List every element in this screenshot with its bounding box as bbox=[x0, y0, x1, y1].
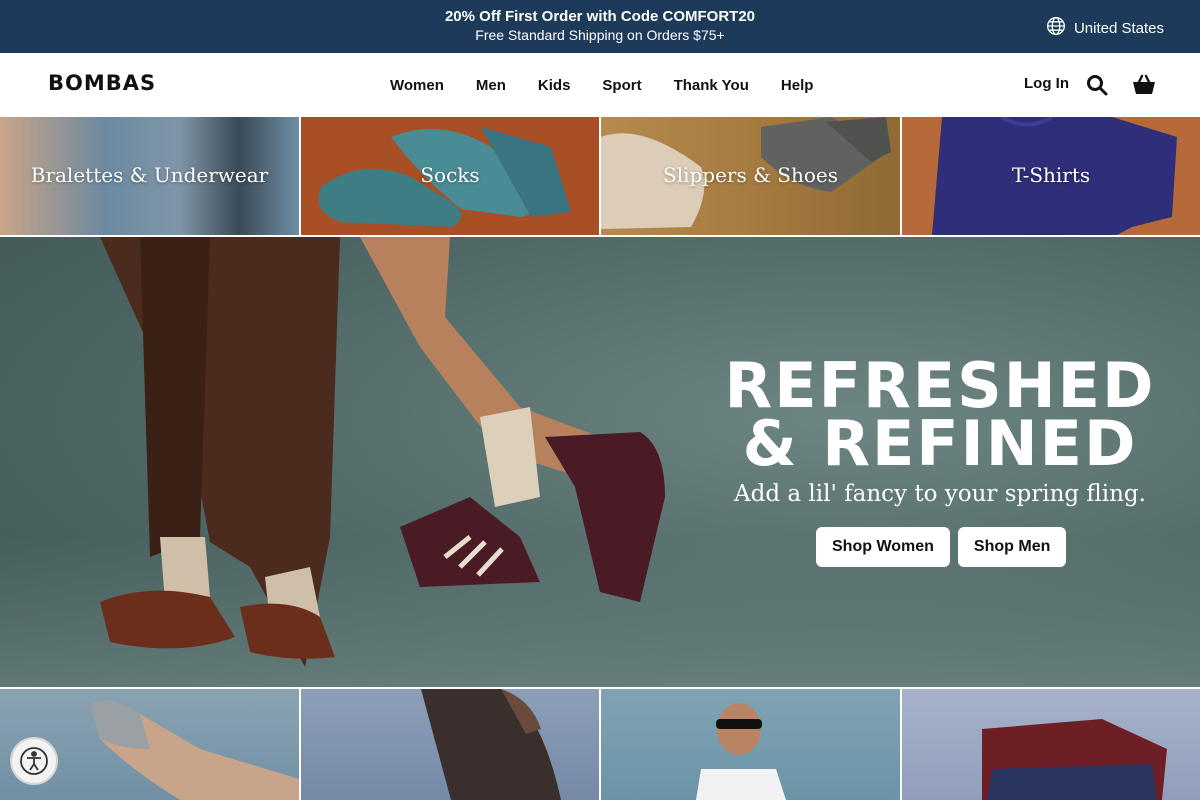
hero-buttons: Shop Women Shop Men bbox=[816, 527, 1067, 567]
feature-image-4 bbox=[982, 719, 1167, 800]
category-tile-slippers[interactable]: Slippers & Shoes bbox=[601, 117, 900, 235]
feature-tile-3[interactable] bbox=[601, 689, 900, 800]
promo-line-1: 20% Off First Order with Code COMFORT20 bbox=[444, 8, 756, 25]
feature-tiles bbox=[0, 689, 1200, 800]
login-link[interactable]: Log In bbox=[1024, 75, 1069, 92]
promo-bar: 20% Off First Order with Code COMFORT20 … bbox=[0, 0, 1200, 53]
hero-title: REFRESHED & REFINED bbox=[700, 355, 1180, 475]
feature-tile-2[interactable] bbox=[301, 689, 599, 800]
category-label: Socks bbox=[420, 163, 480, 187]
accessibility-icon[interactable] bbox=[10, 737, 58, 785]
feature-image-2 bbox=[421, 689, 561, 800]
category-tile-underwear[interactable]: Bralettes & Underwear bbox=[0, 117, 299, 235]
nav-item-sport[interactable]: Sport bbox=[602, 77, 641, 94]
category-label: Bralettes & Underwear bbox=[30, 163, 269, 187]
promo-line-2: Free Standard Shipping on Orders $75+ bbox=[475, 27, 725, 43]
category-label: T-Shirts bbox=[1011, 163, 1091, 187]
category-label: Slippers & Shoes bbox=[663, 163, 838, 187]
globe-icon bbox=[1046, 16, 1066, 40]
region-selector[interactable]: United States bbox=[1046, 16, 1164, 40]
logo[interactable]: BOMBAS bbox=[48, 71, 156, 95]
promo-text: 20% Off First Order with Code COMFORT20 … bbox=[0, 7, 1200, 45]
search-icon[interactable] bbox=[1085, 73, 1109, 97]
main-nav: Women Men Kids Sport Thank You Help bbox=[390, 53, 813, 117]
feature-tile-4[interactable] bbox=[902, 689, 1200, 800]
basket-icon[interactable] bbox=[1131, 72, 1157, 98]
region-label: United States bbox=[1073, 19, 1164, 37]
nav-item-kids[interactable]: Kids bbox=[538, 77, 571, 94]
nav-item-help[interactable]: Help bbox=[781, 77, 814, 94]
category-tile-socks[interactable]: Socks bbox=[301, 117, 599, 235]
shop-men-button[interactable]: Shop Men bbox=[957, 527, 1067, 567]
nav-item-men[interactable]: Men bbox=[476, 77, 506, 94]
nav-item-thank-you[interactable]: Thank You bbox=[674, 77, 749, 94]
hero-subtitle: Add a lil' fancy to your spring fling. bbox=[734, 481, 1146, 507]
hero-banner: REFRESHED & REFINED Add a lil' fancy to … bbox=[0, 237, 1200, 687]
hero-image bbox=[100, 237, 665, 667]
category-tiles: Bralettes & Underwear Socks Slippers & S… bbox=[0, 117, 1200, 236]
nav-item-women[interactable]: Women bbox=[390, 77, 444, 94]
shop-women-button[interactable]: Shop Women bbox=[816, 527, 950, 567]
site-header: BOMBAS Women Men Kids Sport Thank You He… bbox=[0, 53, 1200, 117]
category-tile-tshirts[interactable]: T-Shirts bbox=[902, 117, 1200, 235]
feature-image-3 bbox=[696, 703, 786, 800]
hero-title-line-2: & REFINED bbox=[742, 407, 1138, 480]
